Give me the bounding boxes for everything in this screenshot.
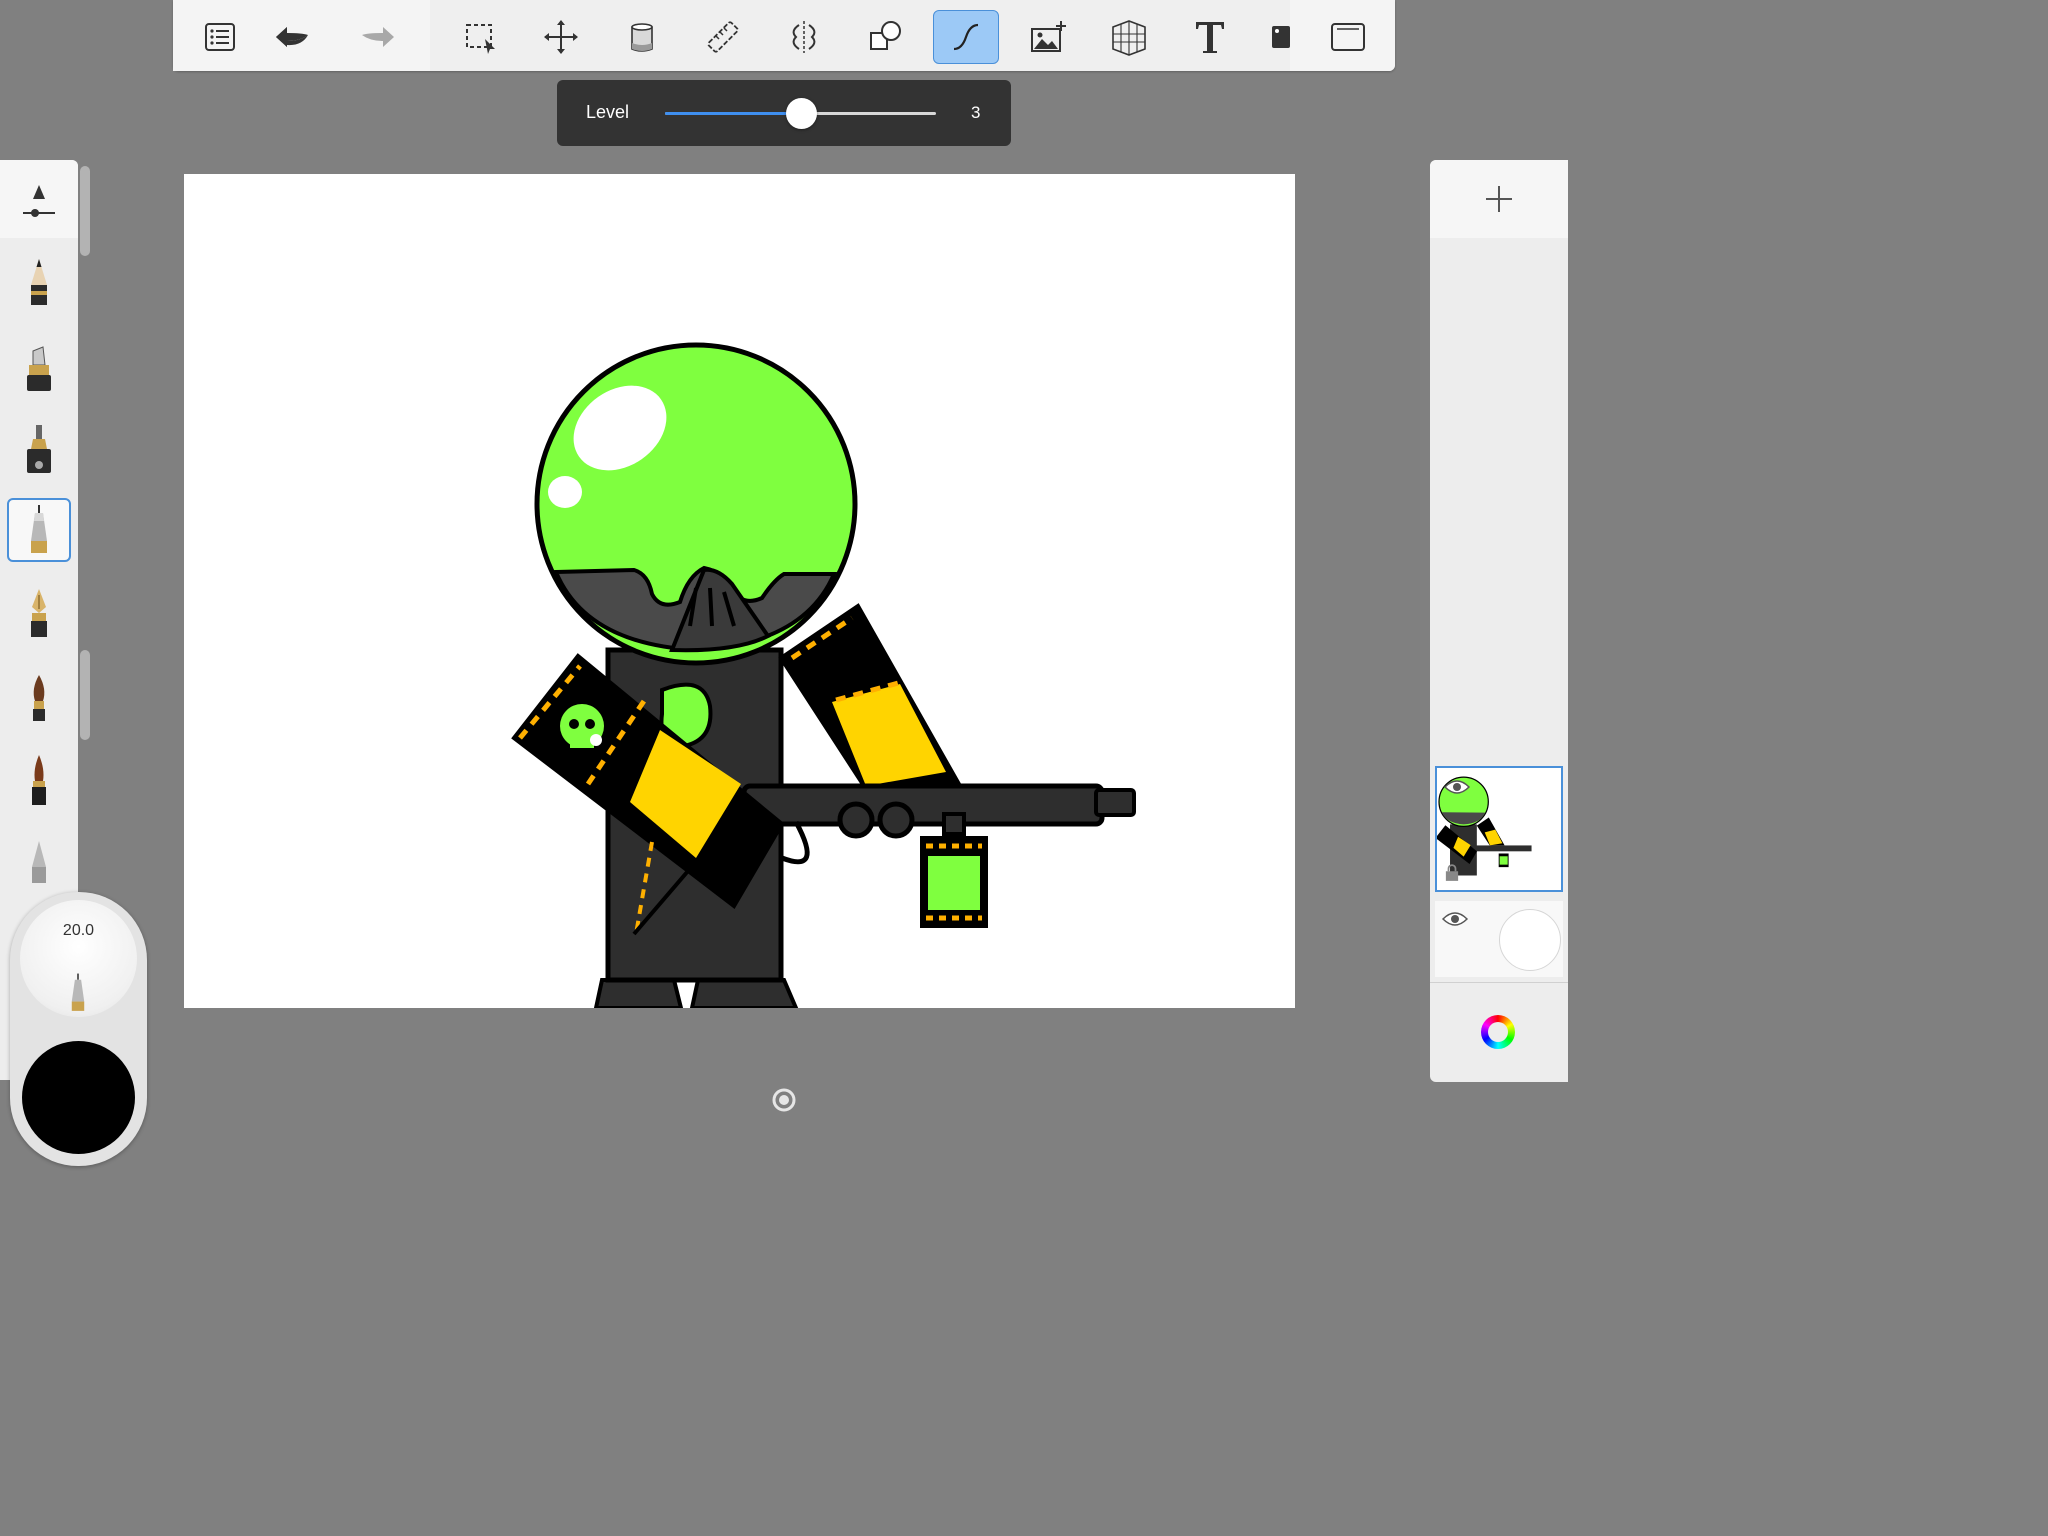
brush-fountain-pen[interactable] bbox=[7, 582, 71, 646]
fill-button[interactable] bbox=[609, 10, 675, 64]
stencil-button[interactable] bbox=[1248, 10, 1314, 64]
brush-puck: 20.0 bbox=[10, 892, 147, 1166]
level-slider-fill bbox=[665, 112, 801, 115]
brush-paintbrush[interactable] bbox=[7, 666, 71, 730]
drawing-canvas[interactable] bbox=[184, 174, 1295, 1008]
redo-button[interactable] bbox=[345, 10, 411, 64]
level-slider[interactable] bbox=[665, 98, 936, 129]
ruler-button[interactable] bbox=[690, 10, 756, 64]
level-value: 3 bbox=[971, 103, 981, 122]
add-image-button[interactable] bbox=[1015, 10, 1081, 64]
current-brush-icon bbox=[71, 973, 85, 1011]
move-icon bbox=[544, 20, 578, 54]
level-popover: Level 3 bbox=[557, 80, 1011, 146]
eye-icon[interactable] bbox=[1444, 778, 1470, 796]
lock-icon[interactable] bbox=[1445, 864, 1459, 882]
brush-scrollbar[interactable] bbox=[80, 650, 90, 740]
stencil-icon bbox=[1272, 26, 1290, 48]
brush-ink[interactable] bbox=[7, 748, 71, 812]
layer-thumbnail-1[interactable] bbox=[1435, 766, 1563, 892]
add-image-icon bbox=[1031, 21, 1066, 52]
list-button[interactable] bbox=[187, 10, 253, 64]
character-artwork bbox=[511, 342, 1136, 1008]
perspective-button[interactable] bbox=[1096, 10, 1162, 64]
text-button[interactable] bbox=[1177, 10, 1243, 64]
pencil-icon bbox=[31, 259, 47, 305]
ruler-icon bbox=[707, 21, 739, 53]
brush-size-value: 20.0 bbox=[62, 922, 95, 939]
brush-fineliner[interactable] bbox=[7, 498, 71, 562]
brush-pencil[interactable] bbox=[7, 252, 71, 316]
paintbrush-icon bbox=[33, 675, 45, 721]
level-slider-thumb[interactable] bbox=[785, 98, 817, 129]
blender-icon bbox=[32, 841, 46, 883]
brush-size-dial[interactable]: 20.0 bbox=[20, 900, 137, 1017]
fountain-pen-icon bbox=[31, 589, 47, 637]
predictive-stroke-button[interactable] bbox=[933, 10, 999, 64]
brush-airbrush[interactable] bbox=[7, 418, 71, 482]
curve-stroke-icon bbox=[953, 23, 979, 51]
selection-button[interactable] bbox=[448, 10, 514, 64]
brush-blender[interactable] bbox=[7, 832, 71, 896]
undo-button[interactable] bbox=[259, 10, 325, 64]
fineliner-icon bbox=[31, 505, 47, 553]
background-color-circle[interactable] bbox=[1499, 909, 1561, 971]
brush-marker[interactable] bbox=[7, 338, 71, 402]
paint-bucket-icon bbox=[631, 23, 653, 52]
canvas-rotate-icon[interactable] bbox=[772, 1088, 796, 1112]
color-wheel-icon[interactable] bbox=[1481, 1015, 1515, 1049]
layer-thumbnail-2[interactable] bbox=[1435, 901, 1563, 977]
fullscreen-button[interactable] bbox=[1315, 10, 1381, 64]
fullscreen-icon bbox=[1331, 23, 1365, 51]
plus-icon bbox=[1486, 186, 1512, 212]
layer-divider bbox=[1430, 982, 1568, 983]
text-icon bbox=[1196, 22, 1224, 53]
symmetry-icon bbox=[792, 21, 816, 53]
transform-button[interactable] bbox=[528, 10, 594, 64]
level-label: Level bbox=[586, 102, 630, 122]
brush-settings-icon bbox=[23, 185, 55, 217]
shapes-icon bbox=[870, 21, 901, 50]
marker-icon bbox=[27, 346, 51, 391]
eye-icon[interactable] bbox=[1442, 910, 1468, 928]
add-layer-button[interactable] bbox=[1430, 160, 1568, 238]
top-toolbar bbox=[173, 0, 1395, 71]
list-icon bbox=[205, 23, 235, 51]
airbrush-icon bbox=[27, 425, 51, 473]
brush-settings-button[interactable] bbox=[0, 160, 78, 238]
undo-icon bbox=[276, 27, 308, 47]
ink-brush-icon bbox=[32, 755, 46, 805]
brush-scrollbar-top[interactable] bbox=[80, 166, 90, 256]
symmetry-button[interactable] bbox=[771, 10, 837, 64]
layers-panel bbox=[1430, 160, 1568, 1082]
shapes-button[interactable] bbox=[852, 10, 918, 64]
perspective-grid-icon bbox=[1112, 20, 1146, 56]
selection-icon bbox=[466, 24, 495, 54]
current-color-swatch[interactable] bbox=[22, 1041, 135, 1154]
redo-icon bbox=[362, 27, 394, 47]
